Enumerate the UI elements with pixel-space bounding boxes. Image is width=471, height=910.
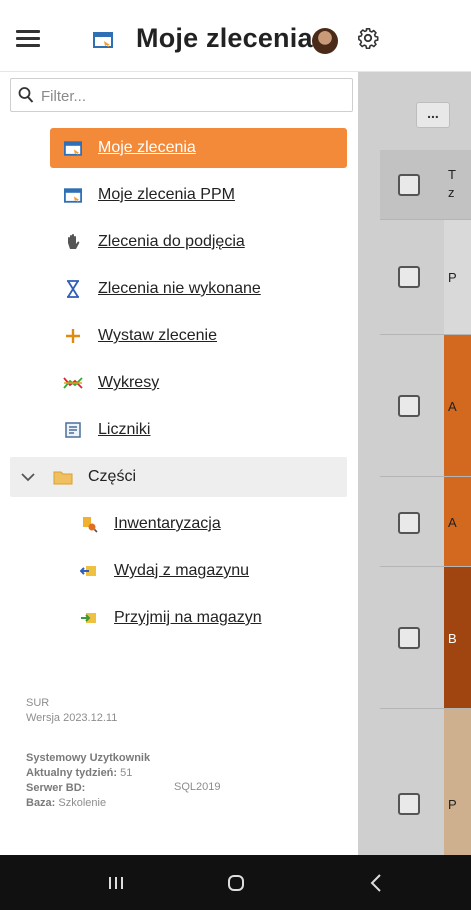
- row-cell: A: [448, 515, 457, 530]
- window-icon: [93, 32, 113, 53]
- navigation-drawer: Moje zlecenia Moje zlecenia PPM Zlecenia…: [0, 72, 358, 855]
- menu-item-label: Wystaw zlecenie: [98, 327, 218, 344]
- base-value: Szkolenie: [58, 797, 107, 809]
- window-icon: [62, 184, 84, 206]
- server-label: Serwer BD:: [26, 782, 86, 794]
- row-checkbox[interactable]: [398, 627, 420, 649]
- folder-icon: [52, 466, 74, 488]
- menu-item-moje-zlecenia-ppm[interactable]: Moje zlecenia PPM: [50, 175, 347, 215]
- search-icon: [18, 86, 34, 109]
- system-navigation-bar: [0, 855, 471, 910]
- row-checkbox[interactable]: [398, 512, 420, 534]
- session-info: Systemowy Uzytkownik Aktualny tydzień: 5…: [26, 751, 150, 811]
- inventory-icon: [78, 513, 100, 535]
- page-title: Moje zlecenia: [136, 23, 313, 53]
- menu-item-label: Moje zlecenia PPM: [98, 186, 235, 203]
- week-label: Aktualny tydzień:: [26, 767, 118, 779]
- menu-item-label: Zlecenia nie wykonane: [98, 280, 261, 297]
- table-header-row: T z: [380, 150, 471, 220]
- row-status-strip: [444, 709, 471, 855]
- home-button[interactable]: [196, 855, 276, 910]
- menu-item-label: Wykresy: [98, 374, 160, 391]
- week-value: 51: [120, 767, 133, 779]
- stock-in-icon: [78, 607, 100, 629]
- gear-icon[interactable]: [357, 27, 379, 54]
- back-button[interactable]: [336, 855, 416, 910]
- plus-icon: [62, 325, 84, 347]
- more-options-button[interactable]: ...: [416, 102, 450, 128]
- user-name: Systemowy Uzytkownik: [26, 752, 151, 764]
- hamburger-icon[interactable]: [16, 30, 40, 48]
- menu-item-label: Liczniki: [98, 421, 151, 438]
- menu-group-czesci[interactable]: Części: [10, 457, 347, 497]
- menu-item-wystaw-zlecenie[interactable]: Wystaw zlecenie: [50, 316, 347, 356]
- menu-item-inwentaryzacja[interactable]: Inwentaryzacja: [50, 504, 347, 544]
- menu-item-label: Wydaj z magazynu: [114, 562, 250, 579]
- table-row[interactable]: B: [380, 567, 471, 709]
- window-icon: [62, 137, 84, 159]
- filter-input[interactable]: [39, 83, 343, 109]
- app-name: SUR: [26, 697, 50, 709]
- hourglass-icon: [62, 278, 84, 300]
- menu-item-przyjmij-na-magazyn[interactable]: Przyjmij na magazyn: [50, 598, 347, 638]
- row-checkbox[interactable]: [398, 395, 420, 417]
- stock-out-icon: [78, 560, 100, 582]
- select-all-checkbox[interactable]: [398, 174, 420, 196]
- menu-item-label: Przyjmij na magazyn: [114, 609, 262, 626]
- menu-item-moje-zlecenia[interactable]: Moje zlecenia: [50, 128, 347, 168]
- table-row[interactable]: A: [380, 335, 471, 477]
- column-header: T z: [448, 167, 456, 200]
- row-cell: B: [448, 631, 457, 646]
- table-row[interactable]: P: [380, 220, 471, 335]
- chevron-down-icon: [18, 472, 38, 482]
- row-cell: A: [448, 399, 457, 414]
- recent-apps-button[interactable]: [76, 855, 156, 910]
- counter-icon: [62, 419, 84, 441]
- app-bar: Moje zlecenia: [0, 0, 471, 72]
- menu-item-wykresy[interactable]: Wykresy: [50, 363, 347, 403]
- chart-icon: [62, 372, 84, 394]
- menu-item-liczniki[interactable]: Liczniki: [50, 410, 347, 450]
- row-checkbox[interactable]: [398, 266, 420, 288]
- menu-item-wydaj-z-magazynu[interactable]: Wydaj z magazynu: [50, 551, 347, 591]
- row-checkbox[interactable]: [398, 793, 420, 815]
- filter-box: [10, 78, 353, 112]
- hand-icon: [62, 231, 84, 253]
- menu-item-label: Inwentaryzacja: [114, 515, 221, 532]
- menu-item-label: Zlecenia do podjęcia: [98, 233, 245, 250]
- menu-item-label: Moje zlecenia: [98, 139, 196, 156]
- row-cell: P: [448, 270, 457, 285]
- row-cell: P: [448, 797, 457, 812]
- server-value: SQL2019: [174, 781, 221, 793]
- menu-item-zlecenia-nie-wykonane[interactable]: Zlecenia nie wykonane: [50, 269, 347, 309]
- table-row[interactable]: A: [380, 477, 471, 567]
- table-row[interactable]: P: [380, 709, 471, 855]
- menu-item-zlecenia-do-podjecia[interactable]: Zlecenia do podjęcia: [50, 222, 347, 262]
- app-version: Wersja 2023.12.11: [26, 712, 118, 724]
- avatar[interactable]: [312, 28, 338, 54]
- app-info: SUR Wersja 2023.12.11: [26, 696, 117, 726]
- base-label: Baza:: [26, 797, 56, 809]
- menu-group-label: Części: [88, 468, 137, 485]
